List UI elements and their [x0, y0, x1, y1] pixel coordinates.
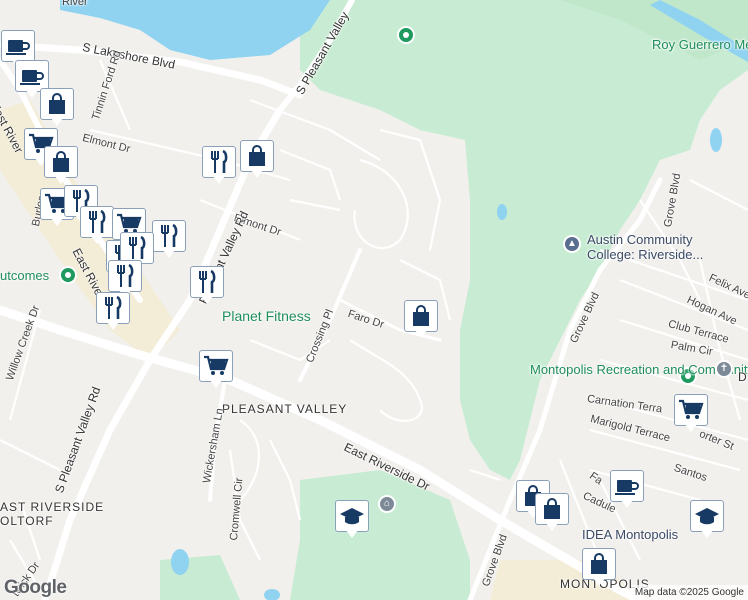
map-marker[interactable]: [40, 88, 74, 128]
cafe-icon: [613, 473, 641, 499]
poi-label-roy-guerrero[interactable]: Roy Guerrero Metropolitan Park Plaza: [652, 37, 748, 52]
road-pleasant-valley: [41, 106, 284, 600]
poi-label-planet-fitness[interactable]: Planet Fitness: [222, 309, 311, 324]
map-marker[interactable]: [44, 146, 78, 186]
shopping-bag-icon: [243, 143, 271, 169]
shopping-bag-icon: [407, 303, 435, 329]
restaurant-icon: [193, 269, 221, 295]
poi-label-montopolis-rec[interactable]: Montopolis Recreation and Community Cent…: [530, 362, 748, 377]
restaurant-icon: [83, 209, 111, 235]
map-marker[interactable]: [674, 394, 708, 434]
shopping-cart-icon: [677, 397, 705, 423]
park-pin-icon[interactable]: [397, 26, 415, 44]
restaurant-icon: [99, 295, 127, 321]
government-pin-icon[interactable]: ⌂: [378, 495, 396, 513]
map-marker[interactable]: [582, 548, 616, 588]
map-marker[interactable]: [335, 500, 369, 540]
shopping-cart-icon: [202, 353, 230, 379]
shopping-bag-icon: [585, 551, 613, 577]
shopping-bag-icon: [538, 496, 566, 522]
map-marker[interactable]: [152, 220, 186, 260]
restaurant-icon: [123, 235, 151, 261]
pond: [497, 204, 507, 220]
neighborhood-label: OLTORF: [0, 514, 54, 528]
river-label: River: [62, 0, 88, 8]
map-marker[interactable]: [610, 470, 644, 510]
church-pin-icon[interactable]: ✝: [715, 360, 733, 378]
neighborhood-label: PLEASANT VALLEY: [222, 402, 348, 416]
map-marker[interactable]: [190, 266, 224, 306]
map-canvas[interactable]: River S Lakeshore Blvd S Pleasant Valley…: [0, 0, 748, 600]
cafe-icon: [18, 63, 46, 89]
restaurant-icon: [111, 263, 139, 289]
google-logo[interactable]: Google: [4, 577, 67, 599]
poi-label[interactable]: utcomes: [0, 268, 49, 283]
map-marker[interactable]: [240, 140, 274, 180]
map-marker[interactable]: [404, 300, 438, 340]
restaurant-icon: [205, 149, 233, 175]
poi-label-acc-riverside[interactable]: Austin Community College: Riverside...: [587, 232, 707, 262]
school-icon: [693, 503, 721, 529]
shopping-bag-icon: [47, 149, 75, 175]
map-marker[interactable]: [690, 500, 724, 540]
restaurant-icon: [155, 223, 183, 249]
map-marker[interactable]: [199, 350, 233, 390]
poi-label[interactable]: D: [738, 370, 747, 384]
school-icon: [338, 503, 366, 529]
neighborhood-label: AST RIVERSIDE: [0, 500, 105, 514]
map-marker[interactable]: [202, 146, 236, 186]
map-marker[interactable]: [96, 292, 130, 332]
pond: [171, 549, 189, 575]
map-attribution[interactable]: Map data ©2025 Google: [630, 585, 748, 600]
school-pin-icon[interactable]: ▲: [563, 235, 581, 253]
pond: [710, 128, 722, 152]
place-pin-icon[interactable]: [59, 266, 77, 284]
cafe-icon: [4, 33, 32, 59]
poi-label-idea-montopolis[interactable]: IDEA Montopolis: [582, 527, 678, 542]
map-marker[interactable]: [535, 493, 569, 533]
shopping-bag-icon: [43, 91, 71, 117]
pond: [264, 589, 280, 600]
